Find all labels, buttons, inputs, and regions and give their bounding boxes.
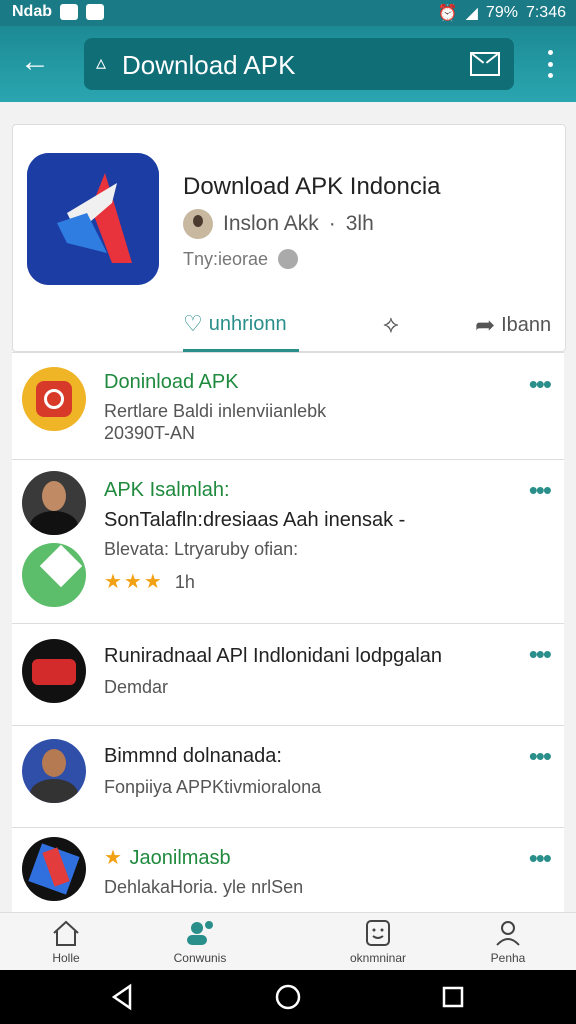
more-horiz-icon[interactable]: ••• <box>529 641 552 667</box>
results-list: Doninload APK Rertlare Baldi inlenviianl… <box>12 352 564 913</box>
star-rating: ★★★ <box>104 571 164 593</box>
item-title: Runiradnaal APl Indlonidani lodpgalan <box>104 645 443 667</box>
battery-text: 79% <box>485 4 518 21</box>
item-time: 1h <box>174 572 195 592</box>
nav-home-label: Holle <box>52 951 80 965</box>
separator-dot: · <box>328 212 336 235</box>
list-item[interactable]: Runiradnaal APl Indlonidani lodpgalan De… <box>12 623 564 726</box>
item-title-row: ★ Jaonilmasb <box>104 845 231 870</box>
search-triangle-icon: ▵ <box>96 52 107 74</box>
time-text: 7:346 <box>525 4 566 21</box>
developer-row: Inslon Akk · 3lh <box>183 209 374 239</box>
app-title: Download APK Indoncia <box>183 173 441 200</box>
nav-profile[interactable]: Penha <box>458 919 558 965</box>
home-circle-icon[interactable] <box>273 982 303 1012</box>
share-icon: ➦ <box>475 312 496 339</box>
more-horiz-icon[interactable]: ••• <box>529 845 552 871</box>
status-left-text: Ndab <box>12 3 52 20</box>
card-tabs: ♡ unhrionn ⟡ ➦ Ibann <box>183 301 563 352</box>
item-title: Doninload APK <box>104 371 239 393</box>
wifi-icon: ◢ <box>465 5 478 22</box>
item-subtitle: DehlakaHoria. yle nrlSen <box>104 877 304 897</box>
face-icon <box>362 919 394 947</box>
heart-icon: ♡ <box>183 311 203 336</box>
arrow-left-icon[interactable]: ← <box>20 46 52 78</box>
share-alt-icon: ⟡ <box>383 311 399 338</box>
home-icon <box>50 919 82 947</box>
list-item[interactable]: Doninload APK Rertlare Baldi inlenviianl… <box>12 353 564 460</box>
tab-like-label: unhrionn <box>208 312 287 335</box>
notification-icon <box>60 4 78 20</box>
alarm-icon: ⏰ <box>437 5 458 22</box>
nav-home[interactable]: Holle <box>16 919 116 965</box>
list-item[interactable]: APK Isalmlah: SonTalafln:dresiaas Aah in… <box>12 459 564 624</box>
item-line3: 20390T-AN <box>104 423 196 443</box>
nav-profile-label: Penha <box>490 951 526 965</box>
item-title: Bimmnd dolnanada: <box>104 745 282 767</box>
list-item[interactable]: Bimmnd dolnanada: Fonpiiya APPKtivmioral… <box>12 725 564 828</box>
nav-face-label: oknmninar <box>349 951 407 965</box>
nav-community-label: Conwunis <box>173 951 227 965</box>
search-box[interactable]: ▵ Download APK <box>84 38 514 90</box>
item-line3: Blevata: Ltryaruby ofian: <box>104 539 299 559</box>
status-bar: Ndab ⏰ ◢ 79% 7:346 <box>0 0 576 26</box>
tab-share[interactable]: ➦ Ibann <box>475 311 551 340</box>
avatar <box>22 739 86 803</box>
nav-face[interactable]: oknmninar <box>328 919 428 965</box>
rating-row: ★★★ 1h <box>104 569 195 594</box>
tag-text: Tny:ieorae <box>183 248 269 269</box>
nav-community[interactable]: Conwunis <box>150 919 250 965</box>
system-nav-bar <box>0 970 576 1024</box>
more-vert-icon[interactable] <box>548 50 554 78</box>
item-subtitle: Rertlare Baldi inlenviianlebk <box>104 401 327 421</box>
avatar <box>183 209 213 239</box>
person-icon <box>492 919 524 947</box>
avatar <box>22 367 86 431</box>
globe-icon <box>278 249 299 269</box>
recents-square-icon[interactable] <box>438 982 468 1012</box>
developer-name[interactable]: Inslon Akk <box>223 212 319 236</box>
more-horiz-icon[interactable]: ••• <box>529 371 552 397</box>
star-icon: ★ <box>104 847 124 869</box>
avatar <box>22 471 86 535</box>
item-subtitle: Fonpiiya APPKtivmioralona <box>104 777 322 797</box>
search-input[interactable]: Download APK <box>122 50 295 81</box>
more-horiz-icon[interactable]: ••• <box>529 477 552 503</box>
avatar <box>22 639 86 703</box>
post-time: 3lh <box>345 212 374 235</box>
tab-share-label: Ibann <box>501 314 552 336</box>
item-title: Jaonilmasb <box>129 847 231 869</box>
back-triangle-icon[interactable] <box>108 982 138 1012</box>
item-subtitle: SonTalafln:dresiaas Aah inensak - <box>104 509 406 531</box>
bottom-nav: Holle Conwunis oknmninar Penha <box>0 912 576 971</box>
more-horiz-icon[interactable]: ••• <box>529 743 552 769</box>
list-item[interactable]: ★ Jaonilmasb DehlakaHoria. yle nrlSen ••… <box>12 827 564 913</box>
mail-icon[interactable] <box>470 52 500 76</box>
tab-like[interactable]: ♡ unhrionn <box>183 311 287 337</box>
green-avatar <box>22 543 86 607</box>
app-icon[interactable] <box>27 153 159 285</box>
toolbar: ← ▵ Download APK <box>0 26 576 102</box>
item-title: APK Isalmlah: <box>104 479 230 501</box>
notification-icon-2 <box>86 4 104 20</box>
avatar <box>22 837 86 901</box>
tag-row: Tny:ieorae <box>183 247 299 271</box>
app-card: Download APK Indoncia Inslon Akk · 3lh T… <box>12 124 566 352</box>
tab-share-alt[interactable]: ⟡ <box>383 311 399 339</box>
item-subtitle: Demdar <box>104 677 169 697</box>
people-icon <box>184 919 216 947</box>
